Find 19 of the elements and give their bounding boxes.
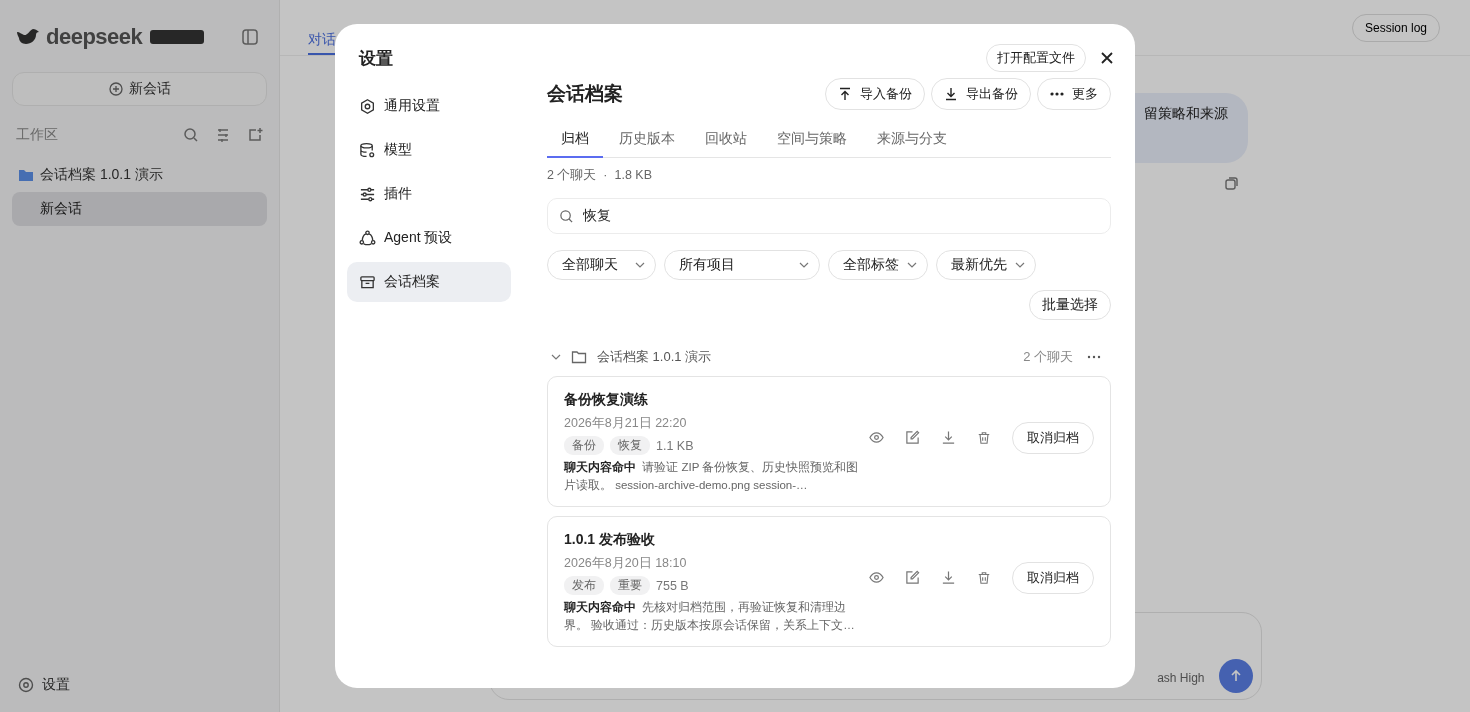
dialog-title: 设置 [359, 47, 393, 70]
chat-title: 备份恢复演练 [564, 391, 649, 409]
tag: 恢复 [610, 436, 650, 455]
group-name: 会话档案 1.0.1 演示 [597, 348, 712, 366]
section-heading: 会话档案 [547, 82, 623, 106]
group-count: 2 个聊天 [1023, 348, 1073, 366]
logo-text: deepseek [46, 24, 143, 50]
tag: 重要 [610, 576, 650, 595]
archive-stats: 2 个聊天 · 1.8 KB [547, 167, 652, 184]
tag: 备份 [564, 436, 604, 455]
match-snippet: 聊天内容命中 先核对归档范围，再验证恢复和清理边界。 验收通过：历史版本按原会话保留，关系上下文… [564, 599, 856, 633]
chat-date: 2026年8月21日 22:20 [564, 415, 688, 432]
chat-size: 1.1 KB [656, 438, 694, 453]
workspace-label: 工作区 [16, 126, 58, 144]
chat-size: 755 B [656, 578, 689, 593]
chat-date: 2026年8月20日 18:10 [564, 555, 688, 572]
tag: 发布 [564, 576, 604, 595]
match-snippet: 聊天内容命中 请验证 ZIP 备份恢复、历史快照预览和图片读取。 session-archive-demo.png session-… [564, 459, 860, 493]
chat-title: 1.0.1 发布验收 [564, 531, 657, 549]
